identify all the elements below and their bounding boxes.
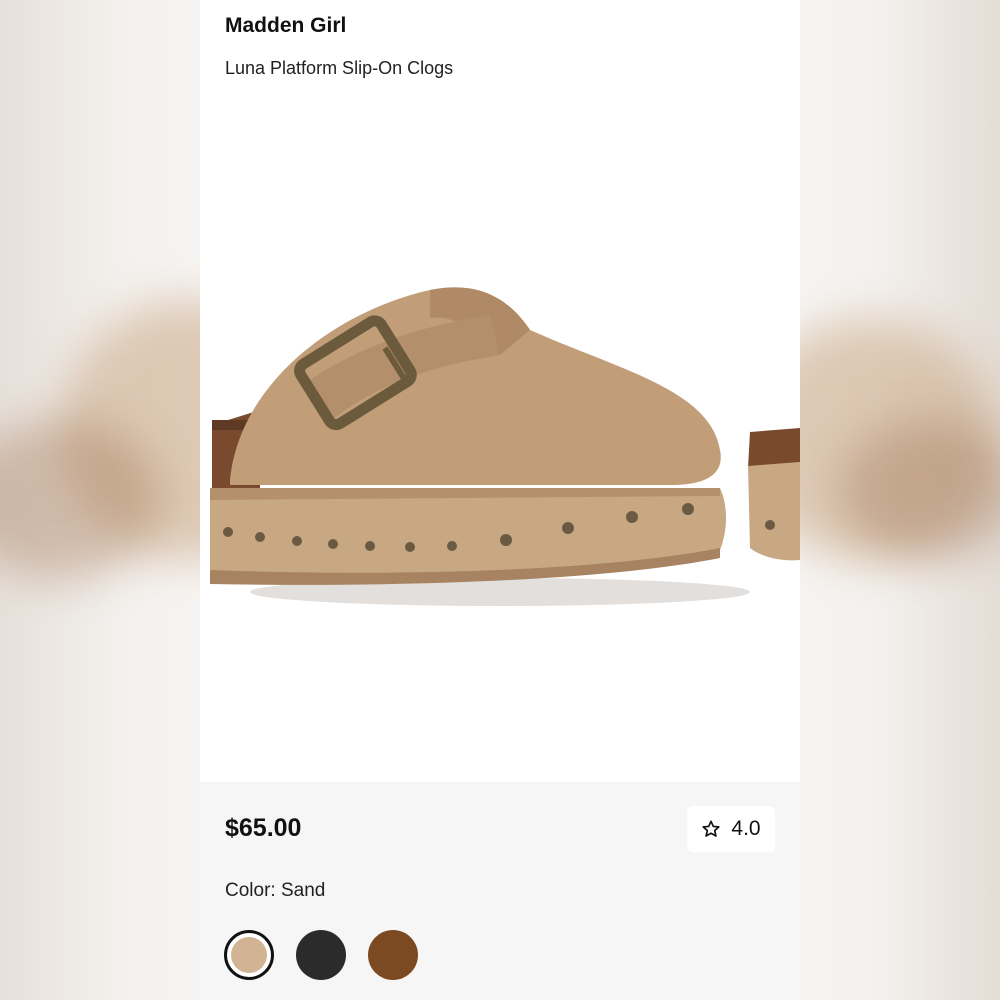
star-outline-icon: [702, 820, 721, 837]
brand-name[interactable]: Madden Girl: [225, 14, 346, 38]
swatch-black[interactable]: [296, 930, 346, 980]
swatch-brown[interactable]: [368, 930, 418, 980]
product-image-area: Madden Girl Luna Platform Slip-On Clogs: [200, 0, 800, 782]
selected-color-label: Color: Sand: [225, 880, 326, 901]
rating-value: 4.0: [731, 817, 761, 840]
product-title[interactable]: Luna Platform Slip-On Clogs: [225, 58, 453, 79]
color-swatches: [224, 930, 418, 980]
product-card[interactable]: Madden Girl Luna Platform Slip-On Clogs: [200, 0, 800, 1000]
blurred-background-left: [0, 0, 200, 1000]
swatch-sand-fill: [231, 937, 267, 973]
product-photo[interactable]: [200, 230, 800, 650]
price: $65.00: [225, 814, 302, 842]
blurred-background-right: [800, 0, 1000, 1000]
rating-badge[interactable]: 4.0: [687, 806, 775, 852]
swatch-sand[interactable]: [224, 930, 274, 980]
